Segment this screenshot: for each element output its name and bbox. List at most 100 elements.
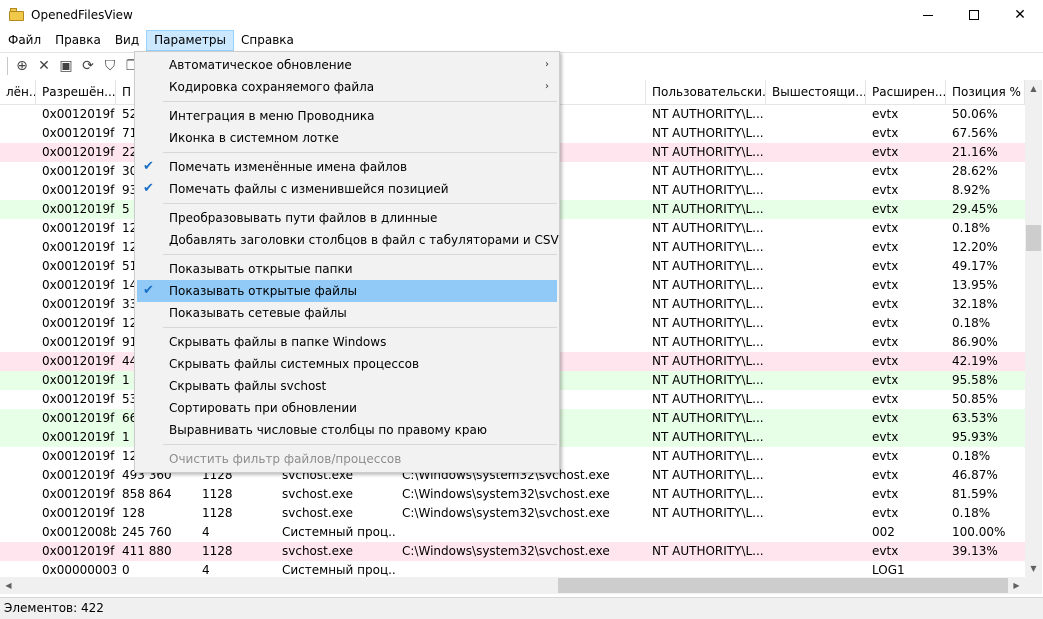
- menu-separator: [163, 254, 557, 255]
- table-cell: 0x0012019f: [42, 487, 115, 501]
- menu-item-option[interactable]: Выравнивать числовые столбцы по правому …: [137, 419, 557, 441]
- column-header-9[interactable]: Позиция %: [946, 80, 1025, 105]
- table-row[interactable]: 0x00000003 0 4 Системный проц... LOG1: [0, 561, 1025, 578]
- menu-item-option[interactable]: Кодировка сохраняемого файла ›: [137, 76, 557, 98]
- table-cell: 0.18%: [952, 449, 991, 463]
- menu-item-option[interactable]: Добавлять заголовки столбцов в файл с та…: [137, 229, 559, 251]
- menu-item-option[interactable]: Сортировать при обновлении: [137, 397, 557, 419]
- vertical-scrollbar[interactable]: ▲ ▼: [1025, 80, 1042, 577]
- menu-separator: [163, 203, 557, 204]
- scroll-corner: [1025, 577, 1042, 594]
- scroll-right-icon[interactable]: ▶: [1008, 577, 1025, 594]
- table-cell: [0, 371, 36, 390]
- menu-3[interactable]: Параметры: [146, 30, 235, 51]
- table-cell: evtx: [872, 354, 899, 368]
- table-cell: [766, 485, 866, 504]
- table-cell: 0x0012019f: [42, 430, 115, 444]
- table-cell: [766, 295, 866, 314]
- table-cell: evtx: [872, 145, 899, 159]
- column-header-0[interactable]: лён...: [0, 80, 36, 105]
- column-header-8[interactable]: Расширен...: [866, 80, 946, 105]
- table-row[interactable]: 0x0012019f 128 1128 svchost.exe C:\Windows\s…: [0, 504, 1025, 523]
- table-cell: evtx: [872, 316, 899, 330]
- table-cell: NT AUTHORITY\L...: [652, 354, 764, 368]
- horizontal-scroll-thumb[interactable]: [558, 578, 1008, 593]
- menu-item-option[interactable]: Показывать сетевые файлы: [137, 302, 557, 324]
- menu-item-label: Интеграция в меню Проводника: [169, 109, 375, 123]
- menu-item-label: Кодировка сохраняемого файла: [169, 80, 375, 94]
- refresh-button[interactable]: ⟳: [77, 55, 99, 77]
- table-cell: NT AUTHORITY\L...: [652, 145, 764, 159]
- column-header-6[interactable]: Пользовательски...: [646, 80, 766, 105]
- table-cell: svchost.exe: [282, 544, 353, 558]
- menu-4[interactable]: Справка: [234, 30, 301, 51]
- filter-button[interactable]: ⛉: [99, 55, 121, 77]
- maximize-button[interactable]: [951, 0, 997, 30]
- checkmark-icon: ✔: [143, 181, 154, 196]
- table-row[interactable]: 0x0012019f 858 864 1128 svchost.exe C:\Windo…: [0, 485, 1025, 504]
- menu-item-option[interactable]: Интеграция в меню Проводника: [137, 105, 557, 127]
- table-cell: [766, 143, 866, 162]
- menu-item-option[interactable]: Скрывать файлы в папке Windows: [137, 331, 557, 353]
- menu-item-option[interactable]: Иконка в системном лотке: [137, 127, 557, 149]
- target-icon: ⊕: [16, 57, 28, 74]
- menu-item-option[interactable]: Автоматическое обновление ›: [137, 54, 557, 76]
- table-cell: Системный проц...: [282, 525, 396, 539]
- minimize-icon: [923, 14, 933, 16]
- table-cell: [0, 485, 36, 504]
- table-cell: NT AUTHORITY\L...: [652, 392, 764, 406]
- close-button[interactable]: ✕: [997, 0, 1043, 30]
- table-cell: C:\Windows\system32\svchost.exe: [402, 544, 610, 558]
- table-cell: [0, 447, 36, 466]
- scroll-up-icon[interactable]: ▲: [1025, 80, 1042, 97]
- menu-item-option[interactable]: Показывать открытые папки: [137, 258, 557, 280]
- vertical-scroll-thumb[interactable]: [1026, 225, 1041, 251]
- table-cell: evtx: [872, 411, 899, 425]
- checkmark-icon: ✔: [143, 159, 154, 174]
- table-cell: [766, 523, 866, 542]
- menu-2[interactable]: Вид: [108, 30, 146, 51]
- table-row[interactable]: 0x0012019f 411 880 1128 svchost.exe C:\Windo…: [0, 542, 1025, 561]
- menu-item-option[interactable]: Скрывать файлы svchost: [137, 375, 557, 397]
- menu-0[interactable]: Файл: [1, 30, 48, 51]
- menu-1[interactable]: Правка: [48, 30, 108, 51]
- table-cell: [0, 314, 36, 333]
- table-cell: [766, 162, 866, 181]
- status-bar: Элементов: 422: [0, 597, 1043, 619]
- table-cell: evtx: [872, 468, 899, 482]
- filter-icon: ⛉: [104, 57, 116, 74]
- scroll-down-icon[interactable]: ▼: [1025, 560, 1042, 577]
- table-cell: NT AUTHORITY\L...: [652, 221, 764, 235]
- table-cell: C:\Windows\system32\svchost.exe: [402, 487, 610, 501]
- table-cell: 63.53%: [952, 411, 998, 425]
- table-cell: [766, 333, 866, 352]
- menu-item-label: Помечать изменённые имена файлов: [169, 160, 408, 174]
- menu-item-option[interactable]: ✔ Помечать изменённые имена файлов: [137, 156, 557, 178]
- table-cell: 245 760: [122, 525, 172, 539]
- minimize-button[interactable]: [905, 0, 951, 30]
- menu-separator: [163, 152, 557, 153]
- column-header-7[interactable]: Вышестоящи...: [766, 80, 866, 105]
- window-controls: ✕: [905, 0, 1043, 30]
- menu-item-option[interactable]: ✔ Показывать открытые файлы: [137, 280, 557, 302]
- menu-item-option[interactable]: Преобразовывать пути файлов в длинные: [137, 207, 557, 229]
- menu-item-label: Сортировать при обновлении: [169, 401, 357, 415]
- delete-button[interactable]: ✕: [33, 55, 55, 77]
- menu-item-option[interactable]: ✔ Помечать файлы с изменившейся позицией: [137, 178, 557, 200]
- column-header-1[interactable]: Разрешён...: [36, 80, 116, 105]
- menu-item-option[interactable]: Скрывать файлы системных процессов: [137, 353, 557, 375]
- target-button[interactable]: ⊕: [11, 55, 33, 77]
- table-cell: 0.18%: [952, 316, 991, 330]
- table-cell: [766, 352, 866, 371]
- table-cell: 4: [202, 525, 210, 539]
- table-cell: 1128: [202, 506, 233, 520]
- table-cell: [946, 561, 1025, 578]
- horizontal-scrollbar[interactable]: ◀ ▶: [0, 577, 1025, 594]
- toolbar-separator: [7, 56, 8, 75]
- table-cell: 67.56%: [952, 126, 998, 140]
- save-button[interactable]: ▣: [55, 55, 77, 77]
- table-cell: [0, 181, 36, 200]
- scroll-left-icon[interactable]: ◀: [0, 577, 17, 594]
- table-cell: evtx: [872, 430, 899, 444]
- table-row[interactable]: 0x0012008b 245 760 4 Системный проц... 002 10…: [0, 523, 1025, 542]
